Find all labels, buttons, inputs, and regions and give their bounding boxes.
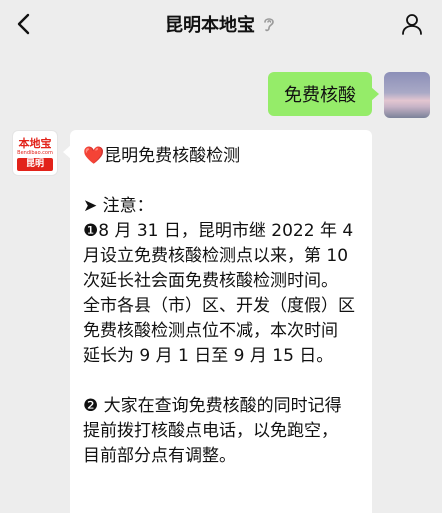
message-line: 目前部分点有调整。 xyxy=(83,446,236,466)
message-line: 全市各县（市）区、开发（度假）区 xyxy=(83,296,355,316)
profile-button[interactable] xyxy=(396,8,428,40)
outgoing-message-text: 免费核酸 xyxy=(284,85,356,106)
message-line: 免费核酸检测点位不减，本次时间 xyxy=(83,321,338,341)
outgoing-message-row: 免费核酸 xyxy=(0,66,442,122)
avatar-city-tag: 昆明 xyxy=(17,158,53,171)
my-avatar[interactable] xyxy=(384,72,430,118)
person-icon xyxy=(402,14,422,35)
chat-header: 昆明本地宝 xyxy=(0,0,442,48)
message-line xyxy=(83,169,358,194)
message-line xyxy=(83,369,358,394)
sender-avatar[interactable]: 本地宝 Bendibao.com 昆明 xyxy=(12,130,58,176)
message-line: ❶8 月 31 日，昆明市继 2022 年 4 xyxy=(83,221,354,241)
ear-icon xyxy=(264,18,274,32)
message-line: 提前拨打核酸点电话，以免跑空， xyxy=(83,421,338,441)
avatar-brand-logo: 本地宝 xyxy=(18,137,52,150)
message-line: 月设立免费核酸检测点以来，第 10 xyxy=(83,246,349,266)
message-line: 延长为 9 月 1 日至 9 月 15 日。 xyxy=(83,346,334,366)
message-line: ❤️昆明免费核酸检测 xyxy=(83,146,241,166)
chevron-left-icon xyxy=(17,13,30,35)
message-line: 次延长社会面免费核酸检测时间。 xyxy=(83,271,338,291)
avatar-brand-sub: Bendibao.com xyxy=(17,150,53,156)
back-button[interactable] xyxy=(6,6,42,42)
message-line: ❷ 大家在查询免费核酸的同时记得 xyxy=(83,396,342,416)
incoming-message-bubble[interactable]: ❤️昆明免费核酸检测 ➤ 注意： ❶8 月 31 日，昆明市继 2022 年 4… xyxy=(63,130,372,513)
message-line: ➤ 注意： xyxy=(83,196,154,216)
chat-title: 昆明本地宝 xyxy=(165,15,255,36)
outgoing-message-bubble[interactable]: 免费核酸 xyxy=(268,72,379,116)
